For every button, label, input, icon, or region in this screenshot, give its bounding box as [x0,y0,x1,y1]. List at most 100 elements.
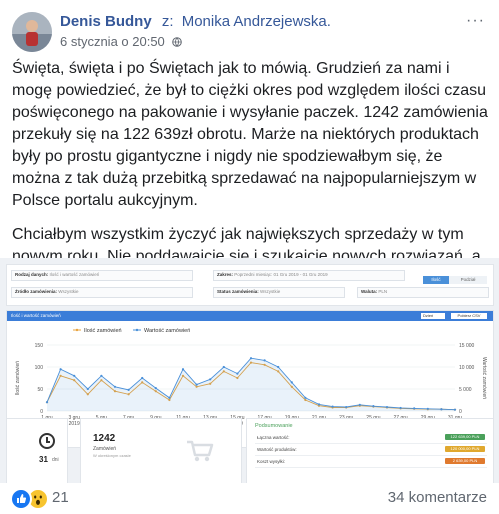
more-options-button[interactable]: ··· [466,12,485,30]
y-tick-right: 10 000 [459,365,475,371]
range-value: Poprzedni miesiąc: 01 Gru 2019 - 01 Gru … [234,272,328,277]
orders-sublabel: W określonym czasie [93,453,131,458]
summary-row: Koszt wysyłki: 2 639,00 PLN [255,457,487,468]
scope-other-button[interactable]: Podział [449,276,487,284]
data-point [59,368,62,371]
y-tick-left: 150 [35,343,44,349]
data-point [290,381,293,384]
legend-marker [75,328,79,332]
currency-filter: Waluta: PLN [361,289,387,294]
data-point [426,407,429,410]
x-tick-year: 2019 [69,421,80,427]
legend-entry: Ilość zamówień [84,328,122,334]
y-tick-left: 100 [35,365,44,371]
download-csv-button[interactable]: Pobierz CSV [451,312,487,319]
status-value: Wszystkie [260,289,281,294]
data-point [372,405,375,408]
data-point [222,365,225,369]
chart-header-title: Ilość i wartość zamówień [11,313,61,318]
orders-value: 1242 [93,433,116,444]
data-point [45,401,49,404]
data-point [100,374,103,377]
data-point [236,372,239,375]
range-label: Zakres: [217,272,234,277]
post-header: Denis Budny z: Monika Andrzejewska. [60,13,331,30]
data-point [399,406,402,410]
summary-row-label: Koszt wysyłki: [257,459,286,464]
data-point [358,403,361,406]
attached-screenshot[interactable]: Rodzaj danych: Ilość i wartość zamówień … [0,258,499,483]
series-area-Wartość zamówień [47,358,455,411]
timestamp-row: 6 stycznia o 20:50 [60,34,183,49]
data-point [263,359,266,362]
like-icon[interactable] [10,488,32,510]
source-label: Źródło zamówienia: [15,289,58,294]
post-footer: 21 34 komentarze [0,483,499,514]
facebook-post: Denis Budny z: Monika Andrzejewska. 6 st… [0,0,499,514]
y-tick-left: 50 [37,387,43,393]
target-name[interactable]: Monika Andrzejewska. [182,13,331,30]
days-value: 31 [39,455,48,464]
source-value: Wszystkie [58,289,79,294]
cart-icon [187,440,214,462]
data-point [113,385,117,388]
data-point [331,405,334,408]
days-card: 31 dni [6,418,68,483]
data-point [195,383,198,386]
y-axis-label-right: Wartość zamówień [481,357,487,399]
data-point [73,374,76,377]
currency-value: PLN [378,289,388,294]
data-point [181,368,185,371]
y-tick-right: 5 000 [459,387,472,393]
header-separator: z: [161,13,174,30]
range-filter: Zakres: Poprzedni miesiąc: 01 Gru 2019 -… [217,272,328,277]
y-axis-label-left: Ilość zamówień [15,361,21,395]
data-point [453,408,457,411]
summary-row-value: 120 000,00 PLN [445,446,485,452]
summary-title: Podsumowanie [255,423,293,429]
data-point [440,408,443,411]
chart-header: Ilość i wartość zamówień Dzień Pobierz C… [7,311,493,321]
clock-icon [39,433,55,449]
scope-active-button[interactable]: Ilość [423,276,449,284]
data-point [277,365,280,369]
status-filter: Status zamówienia: Wszystkie [217,289,280,294]
legend-marker [135,328,139,332]
data-point [209,378,212,381]
orders-label: Zamówień [93,446,117,452]
status-label: Status zamówienia: [217,289,259,294]
comments-link[interactable]: 34 komentarze [388,489,487,506]
data-point [249,357,253,360]
summary-row-label: Łączna wartość: [257,435,290,440]
data-point [413,407,416,410]
post-timestamp[interactable]: 6 stycznia o 20:50 [60,34,165,49]
avatar[interactable] [12,12,52,52]
y-tick-right: 15 000 [459,343,475,349]
post-paragraph-1: Święta, święta i po Świętach jak to mówi… [12,60,488,209]
thumbs-up-icon [17,494,27,503]
summary-row-value: 122 639,00 PLN [445,434,485,440]
summary-row: Wartość produktów: 120 000,00 PLN [255,445,487,456]
data-type-filter: Rodzaj danych: Ilość i wartość zamówień [15,272,99,277]
summary-row: Łączna wartość: 122 639,00 PLN [255,433,487,444]
avatar-image [12,12,52,52]
data-point [317,403,321,406]
summary-row-label: Wartość produktów: [257,447,297,452]
group-by-select[interactable]: Dzień [421,312,445,319]
globe-icon [172,37,183,47]
summary-card: Podsumowanie Łączna wartość: 122 639,00 … [246,418,494,483]
source-filter: Źródło zamówienia: Wszystkie [15,289,79,294]
days-unit: dni [52,457,59,463]
summary-row-value: 2 639,00 PLN [445,458,485,464]
filter-panel: Rodzaj danych: Ilość i wartość zamówień … [6,264,494,306]
data-point [345,405,348,409]
data-point [385,405,389,409]
orders-card: 1242 Zamówień W określonym czasie [80,418,242,483]
data-type-value: Ilość i wartość zamówień [49,272,100,277]
data-point [86,387,89,391]
author-name[interactable]: Denis Budny [60,13,152,30]
currency-label: Waluta: [361,289,378,294]
reaction-count[interactable]: 21 [52,489,69,506]
data-point [168,396,171,399]
data-point [304,396,307,399]
